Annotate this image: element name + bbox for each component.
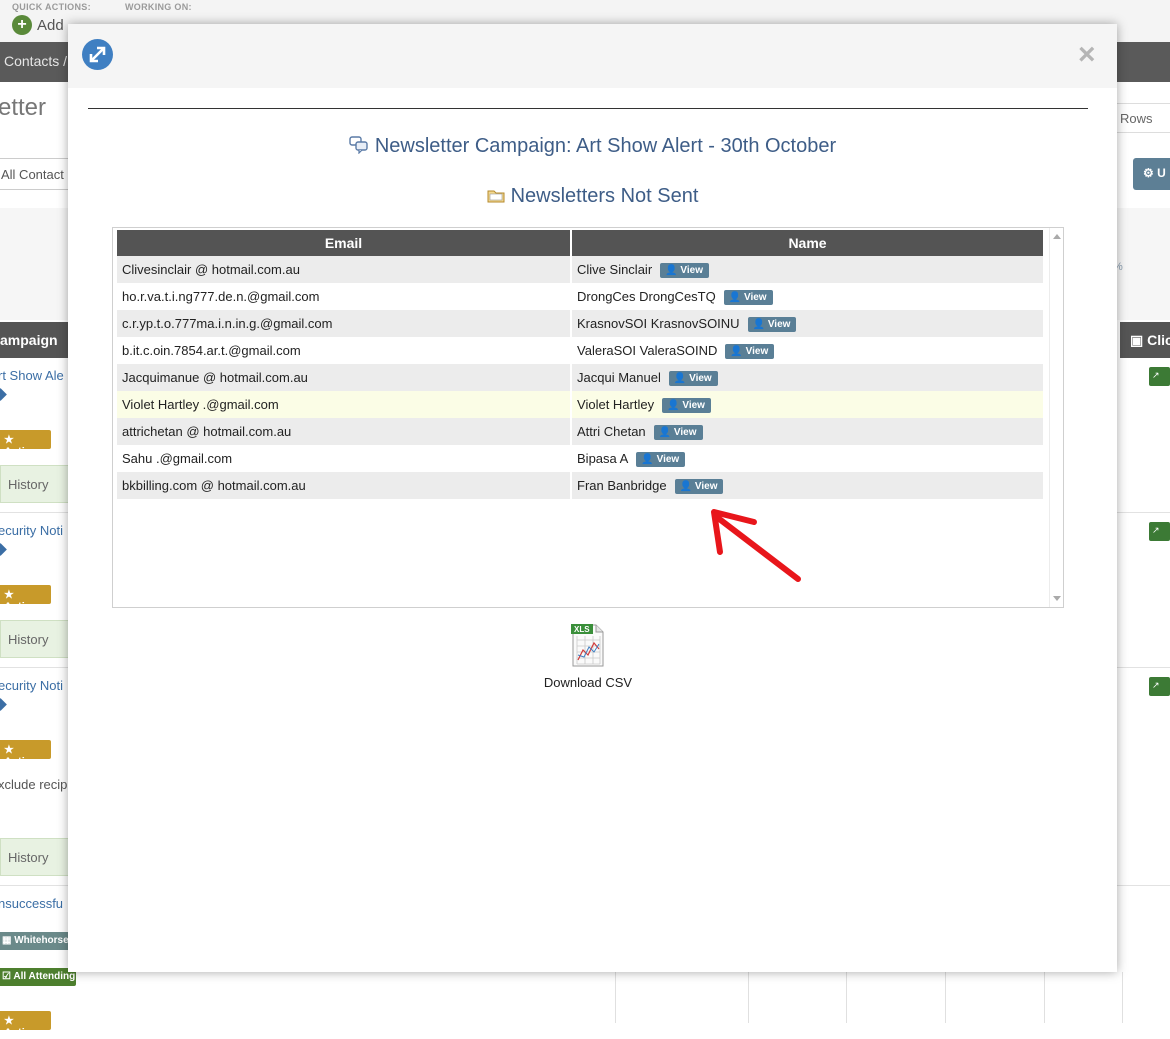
- click-column-header: ▣ Click: [1120, 322, 1170, 358]
- history-button[interactable]: History: [0, 465, 70, 503]
- view-contact-button[interactable]: 👤 View: [662, 397, 711, 413]
- newsletter-modal: × Newsletter Campaign: Art Show Alert - …: [68, 24, 1117, 972]
- page-title: etter: [0, 94, 47, 121]
- campaign-link[interactable]: ecurity Noti: [0, 678, 63, 693]
- add-label: Add: [37, 16, 64, 34]
- email-cell: Clivesinclair @ hotmail.com.au: [117, 256, 571, 283]
- column-divider: [945, 972, 946, 1023]
- add-button[interactable]: + Add: [12, 15, 64, 35]
- campaign-column-header: ampaign: [0, 322, 70, 358]
- table-row: c.r.yp.t.o.777ma.i.n.in.g.@gmail.com Kra…: [117, 310, 1043, 337]
- tools-button[interactable]: ⚙ U: [1133, 158, 1170, 190]
- table-row: Jacquimanuе @ hotmail.com.au Jacqui Manu…: [117, 364, 1043, 391]
- campaign-title-text: Newsletter Campaign: Art Show Alert - 30…: [374, 135, 837, 157]
- folder-icon: [487, 187, 505, 210]
- table-row: bkbilling.com @ hotmail.com.au Fran Banb…: [117, 472, 1043, 499]
- recipients-table-container[interactable]: Email Name Clivesinclair @ hotmail.com.a…: [112, 227, 1064, 608]
- svg-text:XLS: XLS: [574, 625, 590, 634]
- view-contact-button[interactable]: 👤 View: [636, 451, 686, 467]
- spreadsheet-file-icon: XLS: [534, 622, 642, 671]
- name-cell: KrasnovSOI KrasnovSOINU 👤 View: [572, 310, 1043, 337]
- email-cell: bkbilling.com @ hotmail.com.au: [117, 472, 571, 499]
- name-cell: ValeraSOI ValeraSOIND 👤 View: [572, 337, 1043, 364]
- attending-tag: ☑ All Attending: [0, 968, 76, 986]
- email-cell: b.it.c.oin.7854.ar.t.@gmail.com: [117, 337, 571, 364]
- table-row: Violet Hartley .@gmail.com Violet Hartle…: [117, 391, 1043, 418]
- history-button[interactable]: History: [0, 620, 70, 658]
- external-link-icon[interactable]: ↗: [1149, 522, 1170, 541]
- name-cell: DrongCes DrongCesTQ 👤 View: [572, 283, 1043, 310]
- working-on-label: WORKING ON:: [125, 2, 192, 12]
- name-cell: Bipasa A 👤 View: [572, 445, 1043, 472]
- view-contact-button[interactable]: 👤 View: [660, 262, 709, 278]
- table-row: ho.r.va.t.i.ng777.de.n.@gmail.com DrongC…: [117, 283, 1043, 310]
- diamond-icon: [0, 388, 7, 401]
- table-row: Sahu .@gmail.com Bipasa A 👤 View: [117, 445, 1043, 472]
- modal-header: ×: [68, 24, 1117, 88]
- view-contact-button[interactable]: 👤 View: [674, 478, 724, 494]
- diamond-icon: [0, 543, 7, 556]
- table-row: b.it.c.oin.7854.ar.t.@gmail.com ValeraSO…: [117, 337, 1043, 364]
- divider: [88, 108, 1088, 109]
- plus-icon: +: [12, 15, 32, 35]
- view-contact-button[interactable]: 👤 View: [653, 424, 703, 440]
- download-csv-label: Download CSV: [543, 675, 633, 690]
- name-cell: Jacqui Manuel 👤 View: [572, 364, 1043, 391]
- rows-label: Rows: [1120, 111, 1153, 126]
- actions-button[interactable]: ★ Actions: [0, 430, 51, 458]
- campaign-link[interactable]: rt Show Ale: [0, 368, 64, 383]
- comments-icon: [349, 136, 369, 160]
- annotation-arrow: [711, 509, 801, 582]
- history-button[interactable]: History: [0, 838, 70, 876]
- download-csv-button[interactable]: XLS Download CSV: [534, 622, 642, 690]
- email-cell: ho.r.va.t.i.ng777.de.n.@gmail.com: [117, 283, 571, 310]
- table-row: attrichetan @ hotmail.com.au Attri Cheta…: [117, 418, 1043, 445]
- name-cell: Clive Sinclair 👤 View: [572, 256, 1043, 283]
- email-cell: Violet Hartley .@gmail.com: [117, 391, 571, 418]
- column-divider: [1122, 972, 1123, 1023]
- rows-select[interactable]: Rows: [1112, 103, 1170, 133]
- actions-button[interactable]: ★ Actions: [0, 740, 51, 768]
- quick-actions-label: QUICK ACTIONS:: [12, 2, 91, 12]
- column-divider: [748, 972, 749, 1023]
- email-cell: Jacquimanuе @ hotmail.com.au: [117, 364, 571, 391]
- view-contact-button[interactable]: 👤 View: [668, 370, 718, 386]
- campaign-link[interactable]: ecurity Noti: [0, 523, 63, 538]
- scroll-down-icon[interactable]: [1053, 596, 1061, 601]
- scroll-up-icon[interactable]: [1053, 234, 1061, 239]
- breadcrumb[interactable]: Contacts /: [4, 53, 67, 69]
- column-divider: [615, 972, 616, 1023]
- email-cell: c.r.yp.t.o.777ma.i.n.in.g.@gmail.com: [117, 310, 571, 337]
- tools-label: U: [1157, 166, 1166, 180]
- email-column-header[interactable]: Email: [117, 230, 571, 256]
- not-sent-title: Newsletters Not Sent: [68, 185, 1117, 210]
- column-divider: [1044, 972, 1045, 1023]
- exclude-recipients-text: xclude recip: [0, 777, 68, 792]
- email-cell: attrichetan @ hotmail.com.au: [117, 418, 571, 445]
- view-contact-button[interactable]: 👤 View: [723, 289, 773, 305]
- actions-button[interactable]: ★ Actions: [0, 1011, 51, 1039]
- name-column-header[interactable]: Name: [572, 230, 1043, 256]
- location-tag: ▦ Whitehorse: [0, 932, 70, 950]
- name-cell: Violet Hartley 👤 View: [572, 391, 1043, 418]
- close-icon[interactable]: ×: [1078, 40, 1096, 70]
- contact-filter-select[interactable]: All Contact: [0, 158, 70, 190]
- expand-icon[interactable]: [82, 39, 113, 70]
- name-cell: Fran Banbridge 👤 View: [572, 472, 1043, 499]
- not-sent-title-text: Newsletters Not Sent: [510, 185, 699, 207]
- table-row: Clivesinclair @ hotmail.com.au Clive Sin…: [117, 256, 1043, 283]
- view-contact-button[interactable]: 👤 View: [747, 316, 797, 332]
- email-cell: Sahu .@gmail.com: [117, 445, 571, 472]
- external-link-icon[interactable]: ↗: [1149, 367, 1170, 386]
- column-divider: [846, 972, 847, 1023]
- campaign-title: Newsletter Campaign: Art Show Alert - 30…: [68, 135, 1117, 160]
- recipients-table: Email Name Clivesinclair @ hotmail.com.a…: [115, 230, 1045, 499]
- diamond-icon: [0, 698, 7, 711]
- table-scrollbar[interactable]: [1049, 228, 1063, 607]
- external-link-icon[interactable]: ↗: [1149, 677, 1170, 696]
- name-cell: Attri Chetan 👤 View: [572, 418, 1043, 445]
- view-contact-button[interactable]: 👤 View: [725, 343, 775, 359]
- campaign-link[interactable]: nsuccessfu: [0, 896, 63, 911]
- actions-button[interactable]: ★ Actions: [0, 585, 51, 613]
